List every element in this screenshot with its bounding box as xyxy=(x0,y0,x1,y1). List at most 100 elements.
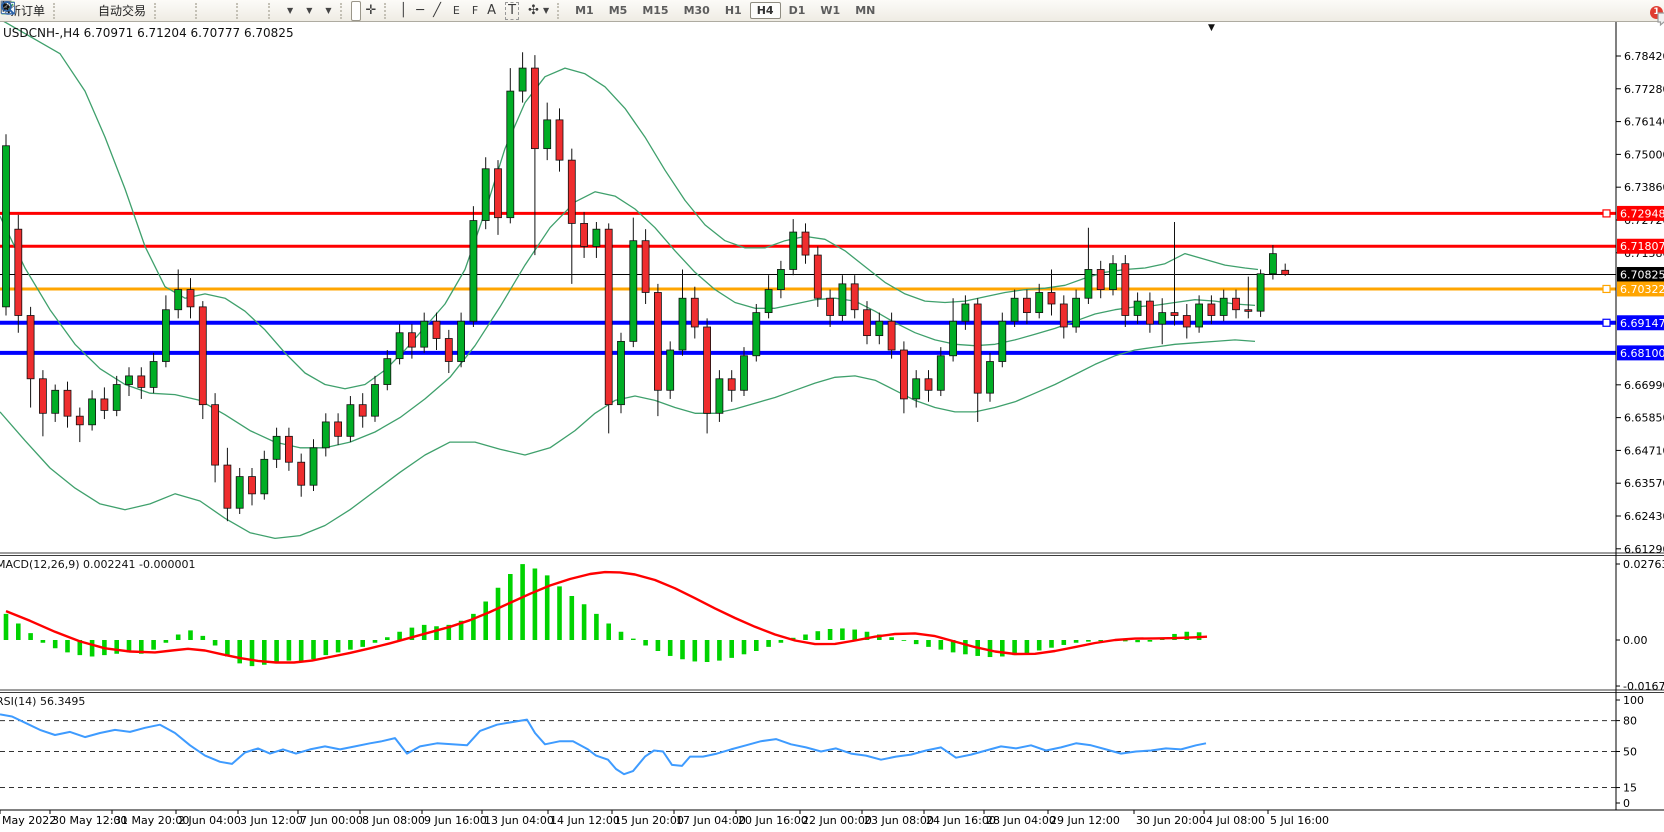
svg-text:6.70825: 6.70825 xyxy=(1620,268,1664,281)
chart-title: USDCNH-,H4 6.70971 6.71204 6.70777 6.708… xyxy=(3,26,294,40)
channel-tool-button[interactable]: E xyxy=(446,1,464,21)
timeframe-d1-button[interactable]: D1 xyxy=(782,2,813,19)
bar-chart-button[interactable] xyxy=(165,1,173,21)
toolbar-separator xyxy=(236,3,243,19)
timeframe-w1-button[interactable]: W1 xyxy=(813,2,847,19)
crosshair-icon: ✛ xyxy=(366,3,377,19)
cursor-tool-button[interactable] xyxy=(351,1,361,21)
chart-canvas[interactable]: 6.784206.772806.761406.750006.738606.727… xyxy=(0,0,1664,832)
fibonacci-letter: F xyxy=(472,3,478,19)
svg-text:3 Jun 12:00: 3 Jun 12:00 xyxy=(240,814,303,827)
toolbar-separator xyxy=(384,3,391,19)
toolbar-separator xyxy=(557,3,564,19)
toolbar-separator xyxy=(195,3,202,19)
svg-text:0: 0 xyxy=(1623,797,1630,810)
timeframe-h1-button[interactable]: H1 xyxy=(718,2,749,19)
svg-text:6.69147: 6.69147 xyxy=(1620,317,1664,330)
timeframe-h4-button[interactable]: H4 xyxy=(750,2,781,19)
toolbar-separator xyxy=(53,3,60,19)
svg-text:9 Jun 16:00: 9 Jun 16:00 xyxy=(424,814,487,827)
svg-text:23 Jun 08:00: 23 Jun 08:00 xyxy=(864,814,934,827)
svg-text:2 Jun 04:00: 2 Jun 04:00 xyxy=(178,814,241,827)
macd-indicator-label: MACD(12,26,9) 0.002241 -0.000001 xyxy=(0,558,195,571)
periods-button[interactable]: ▼ xyxy=(298,1,316,21)
svg-text:6.65850: 6.65850 xyxy=(1624,412,1664,425)
svg-text:5 Jul 16:00: 5 Jul 16:00 xyxy=(1270,814,1329,827)
fibonacci-tool-button[interactable]: F xyxy=(465,1,482,21)
chart-shift-marker-icon[interactable]: ▼ xyxy=(1208,23,1215,33)
line-chart-button[interactable] xyxy=(183,1,191,21)
svg-text:50: 50 xyxy=(1623,746,1637,759)
horizontal-line-tool-button[interactable]: ─ xyxy=(412,1,428,21)
svg-text:6.73860: 6.73860 xyxy=(1624,181,1664,194)
svg-text:6.77280: 6.77280 xyxy=(1624,83,1664,96)
svg-text:80: 80 xyxy=(1623,715,1637,728)
svg-text:6.72948: 6.72948 xyxy=(1620,207,1664,220)
svg-text:20 Jun 16:00: 20 Jun 16:00 xyxy=(738,814,808,827)
svg-text:6.76140: 6.76140 xyxy=(1624,116,1664,129)
svg-text:6.62430: 6.62430 xyxy=(1624,510,1664,523)
text-tool-icon: A xyxy=(487,3,496,19)
svg-text:6.66990: 6.66990 xyxy=(1624,379,1664,392)
timeframe-m5-button[interactable]: M5 xyxy=(602,2,635,19)
svg-text:6.68100: 6.68100 xyxy=(1620,347,1664,360)
svg-text:14 Jun 12:00: 14 Jun 12:00 xyxy=(550,814,620,827)
trendline-icon: ╱ xyxy=(433,3,441,19)
svg-text:6.78420: 6.78420 xyxy=(1624,50,1664,63)
tile-windows-button[interactable] xyxy=(224,1,232,21)
toolbar: 新订单 自动交易 xyxy=(0,0,1664,22)
chevron-down-icon: ▼ xyxy=(325,6,331,15)
svg-text:7 Jun 00:00: 7 Jun 00:00 xyxy=(300,814,363,827)
add-indicator-button[interactable]: ▼ xyxy=(279,1,297,21)
signals-button[interactable] xyxy=(82,1,90,21)
auto-arrange-button[interactable] xyxy=(247,1,255,21)
candlestick-chart-button[interactable] xyxy=(174,1,182,21)
svg-text:-0.016736: -0.016736 xyxy=(1623,680,1664,693)
dock-chart-button[interactable] xyxy=(256,1,264,21)
svg-text:29 Jun 12:00: 29 Jun 12:00 xyxy=(1050,814,1120,827)
zoom-in-button[interactable] xyxy=(206,1,214,21)
timeframe-m1-button[interactable]: M1 xyxy=(568,2,601,19)
label-tool-icon: T xyxy=(505,2,519,20)
chevron-down-icon: ▼ xyxy=(543,6,549,15)
svg-text:100: 100 xyxy=(1623,694,1644,707)
metaeditor-button[interactable] xyxy=(64,1,72,21)
svg-text:6.71807: 6.71807 xyxy=(1620,240,1664,253)
trendline-tool-button[interactable]: ╱ xyxy=(429,1,445,21)
arrows-tool-icon: ✣ xyxy=(528,3,539,19)
svg-text:30 Jun 20:00: 30 Jun 20:00 xyxy=(1136,814,1206,827)
label-tool-button[interactable]: T xyxy=(501,1,523,21)
horizontal-line-icon: ─ xyxy=(416,3,424,19)
svg-text:8 Jun 08:00: 8 Jun 08:00 xyxy=(362,814,425,827)
timeframe-mn-button[interactable]: MN xyxy=(848,2,882,19)
svg-text:15 Jun 20:00: 15 Jun 20:00 xyxy=(614,814,684,827)
svg-text:13 Jun 04:00: 13 Jun 04:00 xyxy=(484,814,554,827)
svg-text:6.63570: 6.63570 xyxy=(1624,477,1664,490)
chevron-down-icon: ▼ xyxy=(306,6,312,15)
timeframe-m30-button[interactable]: M30 xyxy=(677,2,717,19)
rsi-indicator-label: RSI(14) 56.3495 xyxy=(0,695,85,708)
templates-button[interactable]: ▼ xyxy=(317,1,335,21)
vertical-line-icon: │ xyxy=(399,3,407,19)
crosshair-tool-button[interactable]: ✛ xyxy=(362,1,381,21)
arrows-tool-button[interactable]: ✣ ▼ xyxy=(524,1,553,21)
svg-text:6.75000: 6.75000 xyxy=(1624,148,1664,161)
toolbar-separator xyxy=(340,3,347,19)
channel-letter: E xyxy=(453,3,460,19)
market-watch-button[interactable] xyxy=(73,1,81,21)
svg-text:28 Jun 04:00: 28 Jun 04:00 xyxy=(986,814,1056,827)
svg-text:6.64710: 6.64710 xyxy=(1624,444,1664,457)
svg-text:22 Jun 00:00: 22 Jun 00:00 xyxy=(802,814,872,827)
svg-text:6.61290: 6.61290 xyxy=(1624,543,1664,556)
svg-text:15: 15 xyxy=(1623,782,1637,795)
svg-text:4 Jul 08:00: 4 Jul 08:00 xyxy=(1206,814,1265,827)
vertical-line-tool-button[interactable]: │ xyxy=(395,1,411,21)
svg-text:0.027633: 0.027633 xyxy=(1623,558,1664,571)
chevron-down-icon: ▼ xyxy=(287,6,293,15)
text-tool-button[interactable]: A xyxy=(483,1,500,21)
toolbar-separator xyxy=(154,3,161,19)
zoom-out-button[interactable] xyxy=(215,1,223,21)
autotrading-button[interactable]: 自动交易 xyxy=(91,1,150,21)
timeframe-m15-button[interactable]: M15 xyxy=(635,2,675,19)
svg-text:6.70322: 6.70322 xyxy=(1620,283,1664,296)
